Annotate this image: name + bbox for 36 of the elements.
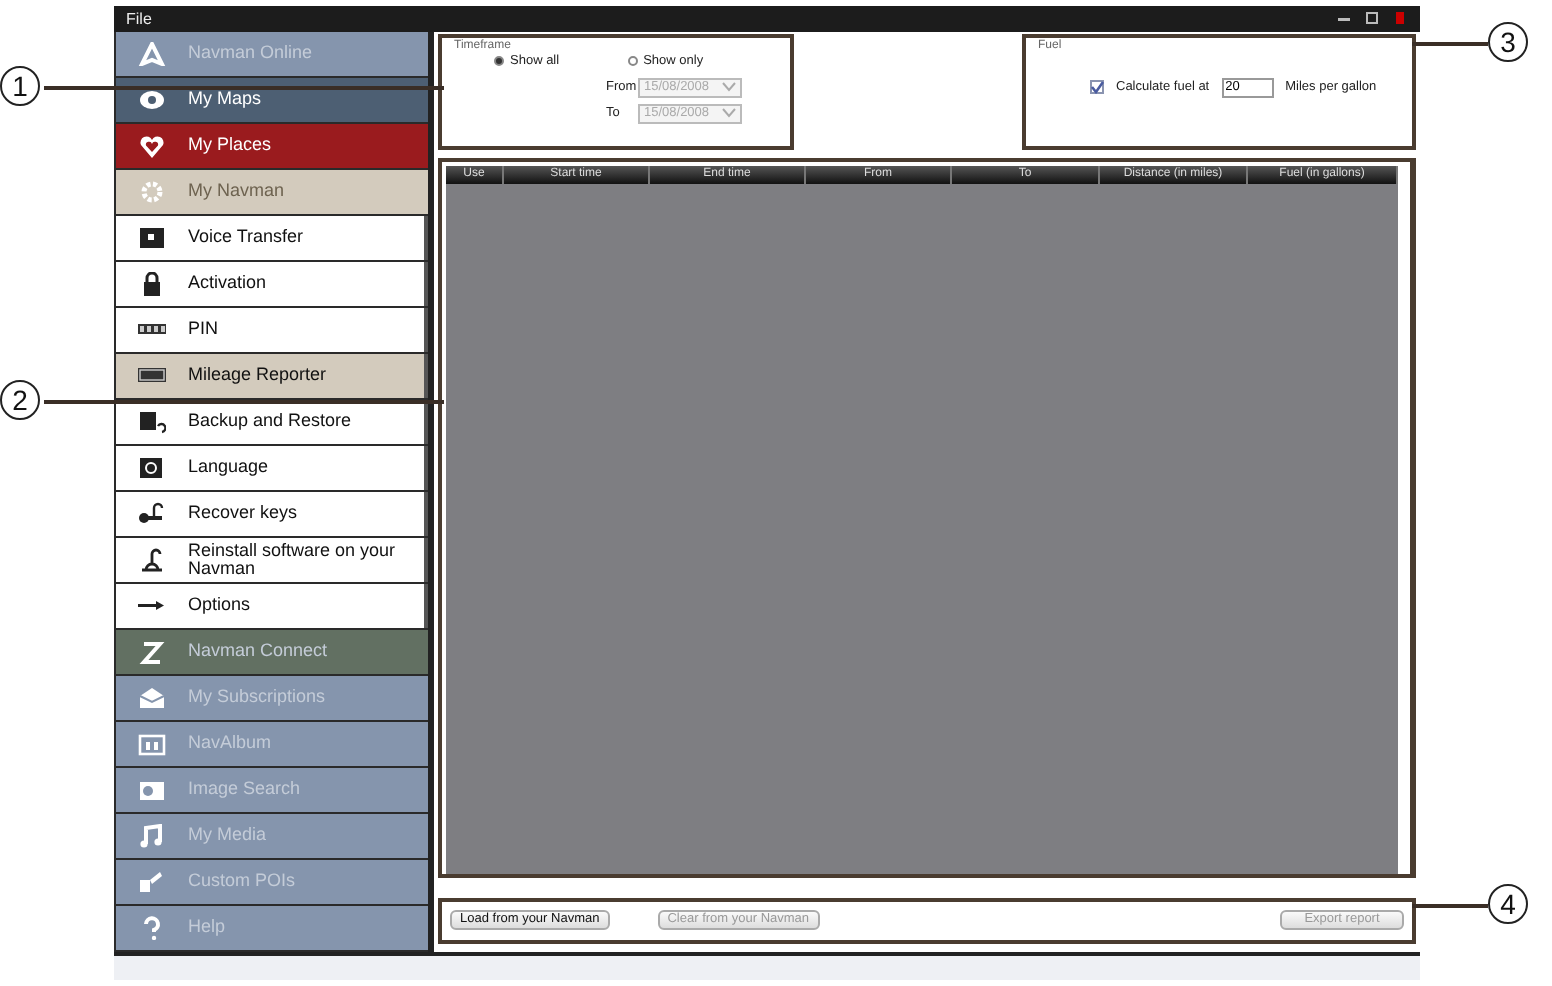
close-icon xyxy=(1392,10,1408,27)
maximize-icon xyxy=(1364,10,1380,27)
screen-icon xyxy=(138,225,166,250)
music-note-icon xyxy=(138,823,166,848)
envelope-icon xyxy=(138,685,166,710)
leader-line xyxy=(1412,904,1488,907)
sidebar-item[interactable]: Recover keys xyxy=(116,491,428,536)
help-icon xyxy=(138,915,166,940)
sidebar-item[interactable]: My Maps xyxy=(116,77,428,122)
sidebar-item[interactable]: Options xyxy=(116,583,428,628)
sidebar-item[interactable]: Backup and Restore xyxy=(116,399,428,444)
callout-number: 2 xyxy=(0,380,40,420)
checkbox[interactable] xyxy=(1090,80,1104,95)
camera-icon xyxy=(138,777,166,802)
chevron-down-icon xyxy=(722,108,736,119)
sidebar-item[interactable]: PIN xyxy=(116,307,428,352)
eye-icon xyxy=(138,87,166,112)
leader-line xyxy=(1412,42,1488,45)
sidebar-item[interactable]: Activation xyxy=(116,261,428,306)
sidebar-item[interactable]: Language xyxy=(116,445,428,490)
navigation-icon xyxy=(138,41,166,66)
callout-number: 4 xyxy=(1488,884,1528,924)
sidebar-item[interactable]: My Places xyxy=(116,123,428,168)
sidebar-item[interactable]: Voice Transfer xyxy=(116,215,428,260)
lock-icon xyxy=(138,271,166,296)
album-icon xyxy=(138,731,166,756)
callout-number: 3 xyxy=(1488,22,1528,62)
heart-icon xyxy=(138,133,166,158)
chevron-down-icon xyxy=(722,82,736,93)
checkmark-icon xyxy=(1090,80,1104,95)
sidebar-item[interactable]: Mileage Reporter xyxy=(116,353,428,398)
key-icon xyxy=(138,501,166,526)
sidebar-item[interactable]: Reinstall software on your Navman xyxy=(116,537,428,582)
callout-number: 1 xyxy=(0,66,40,106)
menu-item[interactable]: File xyxy=(126,9,152,28)
gear-icon xyxy=(138,179,166,204)
